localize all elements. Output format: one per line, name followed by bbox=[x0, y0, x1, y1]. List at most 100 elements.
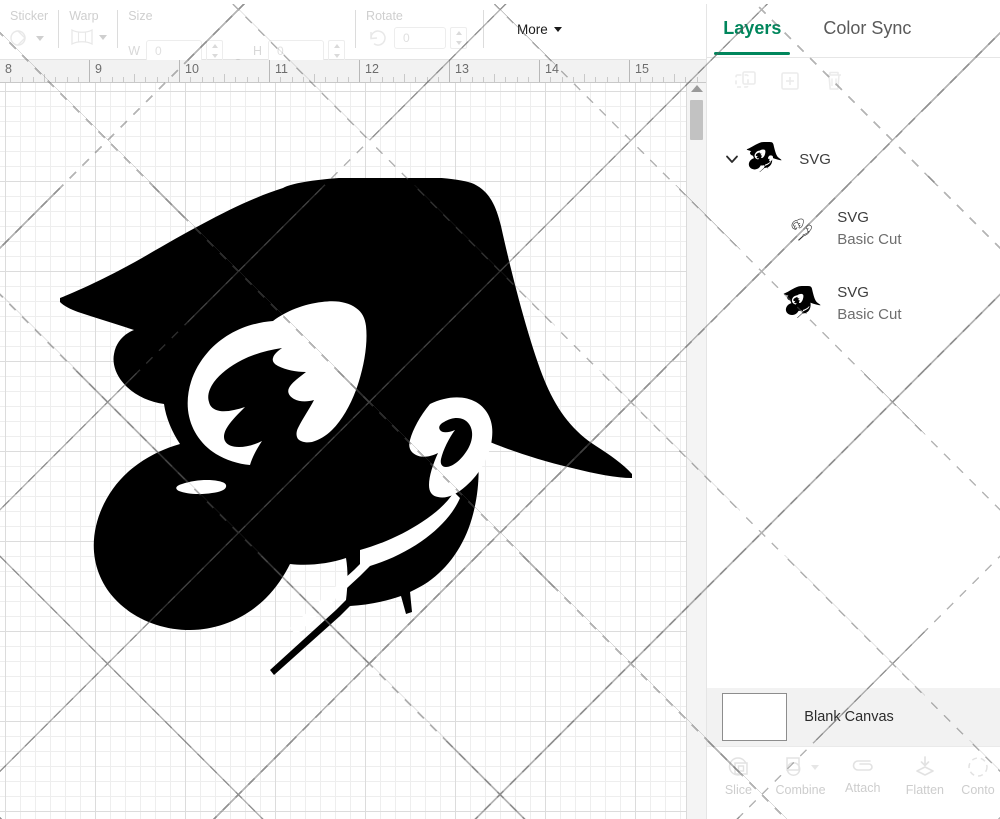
chevron-down-icon[interactable] bbox=[721, 151, 743, 167]
chevron-down-icon bbox=[554, 27, 562, 32]
height-input[interactable]: 0 bbox=[268, 40, 324, 62]
ruler-minor-tick bbox=[202, 77, 203, 82]
ruler-minor-tick bbox=[22, 77, 23, 82]
ruler-minor-tick bbox=[123, 77, 124, 82]
ruler-minor-tick bbox=[427, 77, 428, 82]
rotate-stepper-up-icon[interactable] bbox=[456, 31, 462, 35]
rotate-input[interactable]: 0 bbox=[394, 27, 446, 49]
attach-button[interactable]: Attach bbox=[832, 755, 894, 795]
height-stepper-up-icon[interactable] bbox=[334, 44, 340, 48]
ruler-minor-tick bbox=[10, 77, 11, 82]
rotate-stepper[interactable] bbox=[450, 27, 467, 49]
artwork-bearded-man-in-hat[interactable] bbox=[60, 178, 660, 738]
slice-icon bbox=[725, 755, 751, 779]
ruler-minor-tick bbox=[370, 77, 371, 82]
blank-canvas-thumbnail bbox=[722, 693, 787, 741]
ruler-minor-tick bbox=[235, 77, 236, 82]
layer-child-1-title: SVG bbox=[837, 208, 901, 227]
ruler-minor-tick bbox=[404, 74, 405, 82]
ruler-minor-tick bbox=[100, 77, 101, 82]
ruler-minor-tick bbox=[337, 77, 338, 82]
ruler-minor-tick bbox=[112, 77, 113, 82]
ruler-major-tick bbox=[359, 60, 360, 82]
trash-icon[interactable] bbox=[821, 68, 847, 99]
slice-button[interactable]: Slice bbox=[707, 755, 769, 797]
layer-row-child-1[interactable]: SVG Basic Cut bbox=[707, 200, 1000, 257]
ruler-minor-tick bbox=[224, 74, 225, 82]
layer-thumbnail-group bbox=[743, 142, 787, 176]
ruler-major-tick bbox=[629, 60, 630, 82]
height-stepper[interactable] bbox=[328, 40, 345, 62]
combine-caret-icon[interactable] bbox=[811, 765, 819, 770]
more-button[interactable]: More bbox=[517, 22, 562, 37]
ruler-minor-tick bbox=[382, 77, 383, 82]
ruler-major-tick bbox=[449, 60, 450, 82]
flatten-label: Flatten bbox=[906, 783, 944, 797]
ruler-minor-tick bbox=[33, 77, 34, 82]
ruler-number: 9 bbox=[95, 62, 102, 76]
ruler-number: 13 bbox=[455, 62, 469, 76]
ruler-number: 15 bbox=[635, 62, 649, 76]
blank-canvas-row[interactable]: Blank Canvas bbox=[707, 688, 1000, 746]
ruler-minor-tick bbox=[280, 77, 281, 82]
flatten-icon bbox=[912, 755, 938, 779]
more-label: More bbox=[517, 22, 548, 37]
warp-icon bbox=[69, 27, 95, 47]
tab-color-sync[interactable]: Color Sync bbox=[823, 18, 911, 41]
width-stepper-up-icon[interactable] bbox=[212, 44, 218, 48]
layer-action-bar bbox=[707, 58, 1000, 108]
tab-color-sync-label: Color Sync bbox=[823, 18, 911, 38]
top-white-strip bbox=[0, 0, 1000, 4]
bottom-tool-bar: Slice Combine Attach bbox=[707, 746, 1000, 819]
ruler-minor-tick bbox=[505, 77, 506, 82]
ruler-minor-tick bbox=[292, 77, 293, 82]
warp-caret-icon[interactable] bbox=[99, 35, 107, 40]
ruler-number: 14 bbox=[545, 62, 559, 76]
ruler-minor-tick bbox=[472, 77, 473, 82]
contour-button[interactable]: Conto bbox=[956, 755, 1000, 797]
ruler-minor-tick bbox=[697, 77, 698, 82]
ruler-minor-tick bbox=[258, 77, 259, 82]
ruler-minor-tick bbox=[460, 77, 461, 82]
app-root: Sticker Warp bbox=[0, 0, 1000, 819]
canvas-area[interactable] bbox=[0, 83, 706, 819]
add-layer-icon[interactable] bbox=[777, 68, 803, 99]
top-toolbar: Sticker Warp bbox=[0, 0, 706, 60]
ruler-minor-tick bbox=[314, 74, 315, 82]
width-input[interactable]: 0 bbox=[146, 40, 202, 62]
width-stepper[interactable] bbox=[206, 40, 223, 62]
combine-button[interactable]: Combine bbox=[769, 755, 831, 797]
duplicate-icon[interactable] bbox=[733, 68, 759, 99]
layer-row-group[interactable]: SVG bbox=[707, 134, 1000, 184]
layer-child-2-subtitle: Basic Cut bbox=[837, 305, 901, 324]
tab-layers[interactable]: Layers bbox=[723, 18, 781, 41]
sticker-caret-icon[interactable] bbox=[36, 36, 44, 41]
height-stepper-down-icon[interactable] bbox=[334, 54, 340, 58]
horizontal-ruler[interactable]: 89101112131415 bbox=[0, 60, 706, 83]
ruler-number: 10 bbox=[185, 62, 199, 76]
canvas-vertical-scrollbar[interactable] bbox=[686, 83, 706, 819]
ruler-minor-tick bbox=[674, 74, 675, 82]
ruler-minor-tick bbox=[55, 77, 56, 82]
ruler-minor-tick bbox=[157, 77, 158, 82]
ruler-minor-tick bbox=[145, 77, 146, 82]
ruler-number: 11 bbox=[275, 62, 288, 76]
layer-child-2-title: SVG bbox=[837, 283, 901, 302]
ruler-number: 12 bbox=[365, 62, 379, 76]
width-stepper-down-icon[interactable] bbox=[212, 54, 218, 58]
tab-layers-label: Layers bbox=[723, 18, 781, 38]
ruler-minor-tick bbox=[67, 77, 68, 82]
ruler-minor-tick bbox=[607, 77, 608, 82]
scrollbar-thumb[interactable] bbox=[690, 100, 703, 140]
ruler-major-tick bbox=[179, 60, 180, 82]
scroll-up-arrow-icon[interactable] bbox=[691, 85, 703, 92]
ruler-minor-tick bbox=[78, 77, 79, 82]
toolbar-group-sticker[interactable]: Sticker bbox=[0, 0, 58, 59]
ruler-minor-tick bbox=[550, 77, 551, 82]
toolbar-group-warp[interactable]: Warp bbox=[59, 0, 117, 59]
rotate-icon[interactable] bbox=[366, 27, 390, 49]
flatten-button[interactable]: Flatten bbox=[894, 755, 956, 797]
layer-child-1-subtitle: Basic Cut bbox=[837, 230, 901, 249]
rotate-stepper-down-icon[interactable] bbox=[456, 41, 462, 45]
layer-row-child-2[interactable]: SVG Basic Cut bbox=[707, 275, 1000, 332]
